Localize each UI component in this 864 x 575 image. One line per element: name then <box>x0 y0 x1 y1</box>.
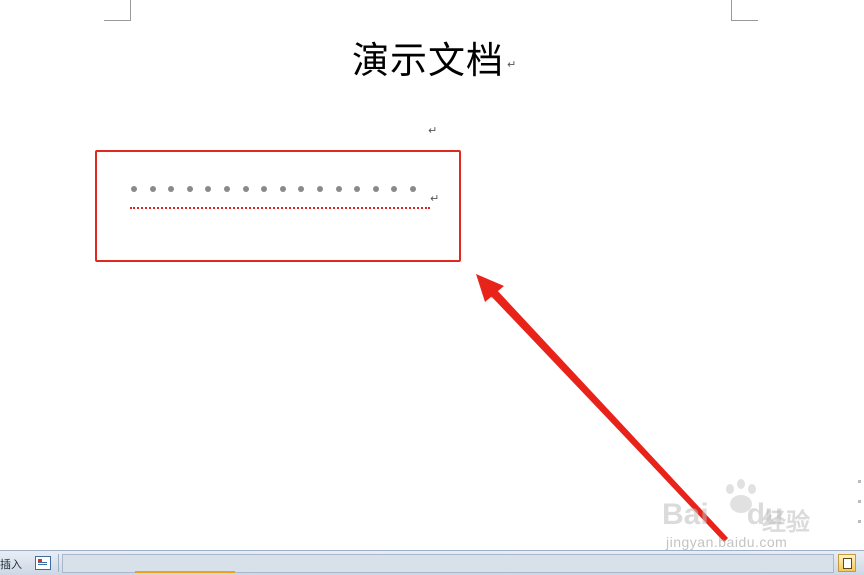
baidu-jingyan-watermark: Bai du 经验 jingyan.baidu.com <box>662 478 822 554</box>
right-edge-marks <box>855 470 864 550</box>
paw-icon <box>720 478 762 520</box>
status-bar: 插入 <box>0 550 864 575</box>
document-page[interactable]: 演示文档 ↵ ↵ ↵ Bai du 经验 jingyan.baidu.com <box>0 0 864 550</box>
document-proofing-icon[interactable] <box>35 556 51 570</box>
watermark-url: jingyan.baidu.com <box>666 534 788 550</box>
scrollbar-thumb[interactable] <box>135 571 235 573</box>
insert-mode-indicator[interactable]: 插入 <box>0 556 22 572</box>
watermark-product: 经验 <box>762 508 810 536</box>
status-separator <box>58 554 59 572</box>
print-layout-view-icon[interactable] <box>838 554 856 572</box>
